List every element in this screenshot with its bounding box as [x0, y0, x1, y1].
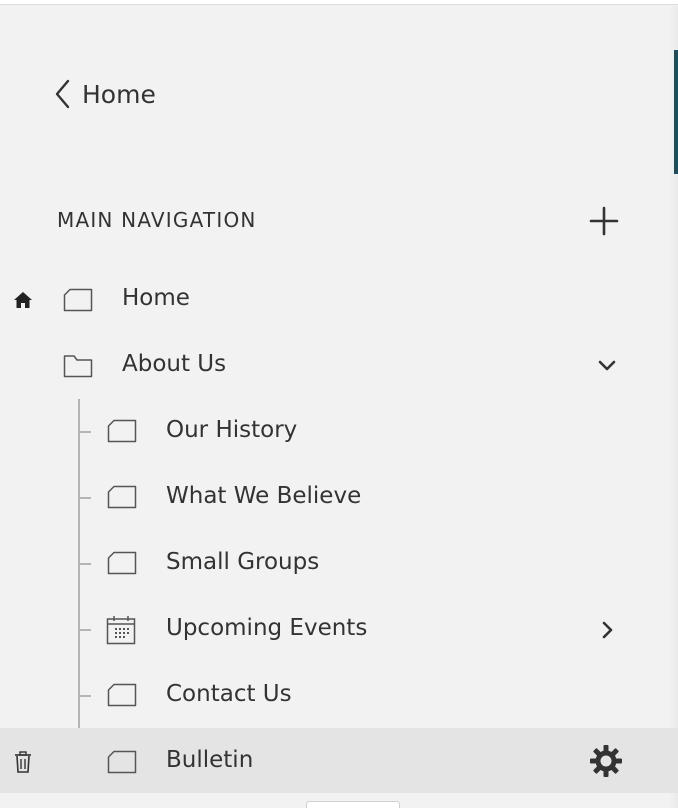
page-icon — [63, 288, 93, 312]
nav-item-label: Home — [122, 285, 190, 311]
page-icon — [107, 485, 137, 509]
panel-accent-bar — [674, 50, 678, 174]
nav-item-label: Bulletin — [166, 747, 254, 773]
nav-item-label: About Us — [122, 351, 227, 377]
nav-item-label: Our History — [166, 417, 298, 443]
page-icon — [107, 419, 137, 443]
nav-item-about-us[interactable]: About Us — [0, 333, 678, 399]
back-link[interactable]: Home — [52, 76, 156, 112]
page-icon — [107, 683, 137, 707]
nav-item-our-history[interactable]: Our History — [0, 399, 678, 465]
page-icon — [107, 551, 137, 575]
top-border — [0, 0, 678, 5]
chevron-left-icon — [55, 79, 70, 109]
nav-item-label: Small Groups — [166, 549, 320, 575]
back-link-label: Home — [82, 79, 156, 109]
bottom-panel-tab[interactable] — [306, 801, 400, 808]
nav-item-small-groups[interactable]: Small Groups — [0, 531, 678, 597]
nav-item-label: Upcoming Events — [166, 615, 368, 641]
nav-item-contact-us[interactable]: Contact Us — [0, 663, 678, 729]
chevron-right-icon[interactable] — [601, 620, 615, 640]
page-icon — [107, 750, 137, 774]
add-page-button[interactable] — [588, 205, 620, 237]
calendar-icon — [106, 616, 136, 645]
homepage-indicator-icon — [14, 292, 32, 308]
nav-item-label: What We Believe — [166, 483, 362, 509]
folder-icon — [63, 355, 93, 378]
nav-item-home[interactable]: Home — [0, 267, 678, 333]
nav-item-label: Contact Us — [166, 681, 292, 707]
trash-icon[interactable] — [14, 751, 32, 773]
chevron-down-icon[interactable] — [597, 359, 617, 373]
nav-item-what-we-believe[interactable]: What We Believe — [0, 465, 678, 531]
gear-icon[interactable] — [589, 744, 623, 778]
nav-item-bulletin[interactable]: Bulletin — [0, 728, 678, 793]
nav-item-upcoming-events[interactable]: Upcoming Events — [0, 597, 678, 663]
section-title: MAIN NAVIGATION — [57, 208, 257, 232]
